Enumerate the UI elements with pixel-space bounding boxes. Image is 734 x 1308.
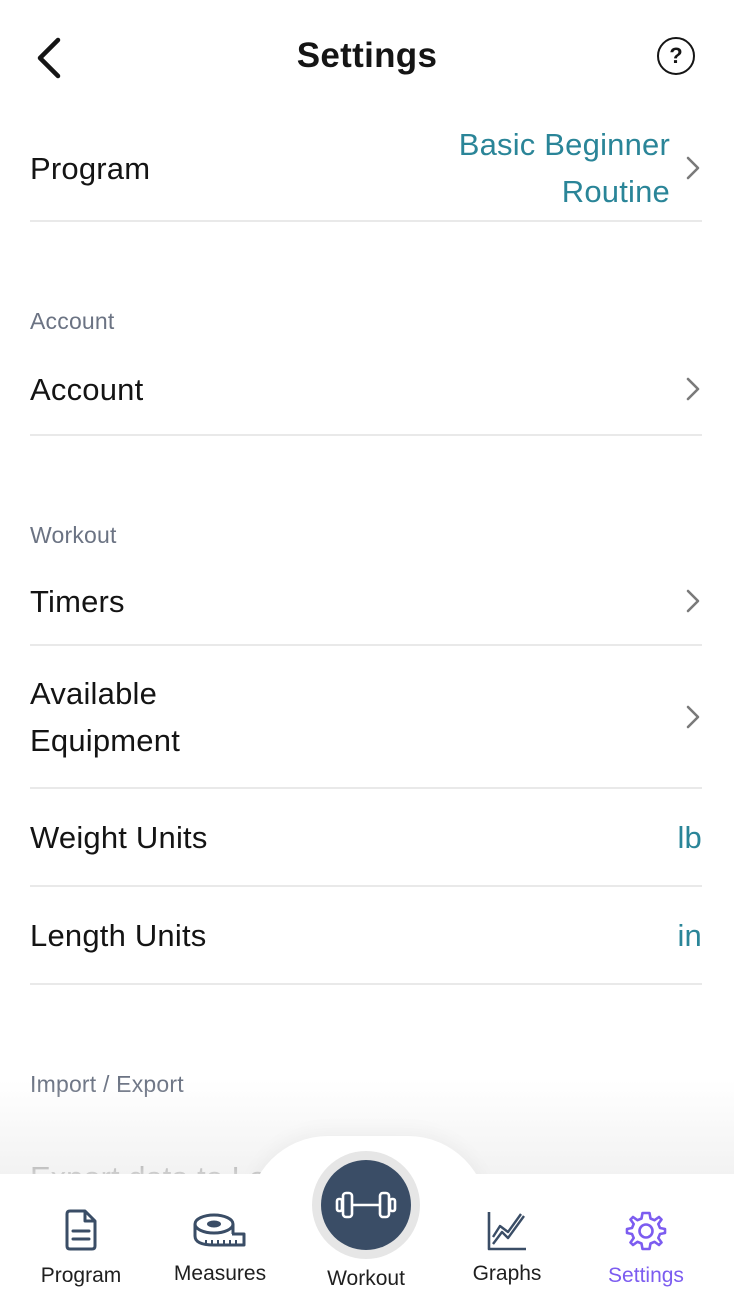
weight-units-row[interactable]: Weight Units lb [30,789,702,887]
weight-units-value: lb [677,819,702,855]
dumbbell-icon [335,1191,397,1219]
workout-button-circle [321,1160,411,1250]
document-icon [65,1209,97,1251]
tab-settings-label: Settings [608,1264,684,1287]
chevron-right-icon [686,705,700,728]
chevron-right-icon [686,156,700,180]
program-row-value: Basic Beginner Routine [458,127,670,209]
timers-row[interactable]: Timers [30,558,702,646]
help-circle-icon: ? [669,43,683,68]
tab-workout-label[interactable]: Workout [296,1267,436,1291]
section-header-import-export: Import / Export [30,1071,184,1097]
tab-program-label: Program [40,1264,122,1287]
timers-row-label: Timers [30,583,125,619]
account-row[interactable]: Account [30,344,702,436]
tab-settings[interactable]: Settings [576,1174,716,1308]
gear-icon [625,1211,667,1251]
length-units-value: in [677,917,702,953]
available-equipment-row[interactable]: Available Equipment [30,646,702,789]
section-header-workout: Workout [30,522,117,548]
help-button[interactable]: ? [657,37,695,75]
tape-measure-icon [193,1213,246,1247]
available-equipment-row-label: Available Equipment [30,675,181,758]
page-title: Settings [296,36,438,75]
export-data-row[interactable]: Export data to Loi [30,1158,273,1174]
program-row[interactable]: Program Basic Beginner Routine [30,116,702,222]
tab-graphs[interactable]: Graphs [437,1174,577,1308]
tab-graphs-label: Graphs [472,1262,542,1285]
tab-measures-label: Measures [173,1262,267,1285]
program-row-label: Program [30,150,151,186]
length-units-row-label: Length Units [30,917,207,953]
length-units-row[interactable]: Length Units in [30,887,702,985]
account-row-label: Account [30,371,144,407]
header: Settings ? [0,0,734,116]
tab-workout-button[interactable] [312,1151,420,1259]
chevron-right-icon [686,377,700,401]
line-chart-icon [487,1212,526,1251]
section-header-account: Account [30,308,115,334]
weight-units-row-label: Weight Units [30,819,208,855]
tab-program[interactable]: Program [11,1174,151,1308]
settings-list: Program Basic Beginner Routine Account A… [30,116,702,1107]
chevron-right-icon [686,589,700,613]
tab-measures[interactable]: Measures [150,1174,290,1308]
